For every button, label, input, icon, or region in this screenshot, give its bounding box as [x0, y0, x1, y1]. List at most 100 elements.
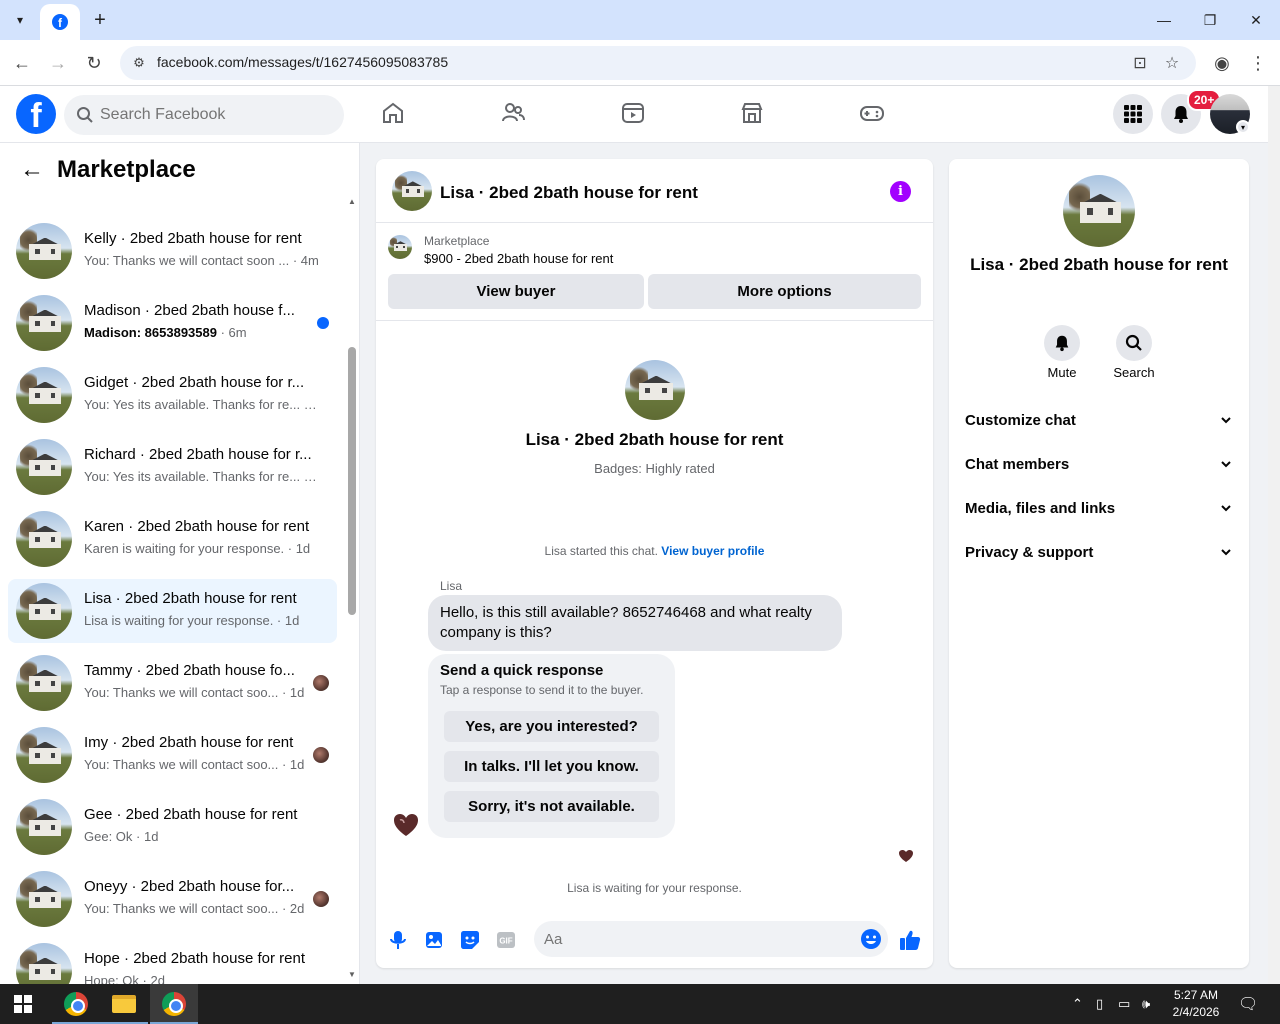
- row-label: Media, files and links: [965, 500, 1116, 517]
- restore-button[interactable]: ❐: [1192, 6, 1228, 34]
- conversation-name: Richard · 2bed 2bath house for r...: [84, 446, 312, 463]
- search-action[interactable]: Search: [1104, 325, 1164, 380]
- more-options-button[interactable]: More options: [648, 274, 921, 309]
- minimize-button[interactable]: —: [1146, 6, 1182, 34]
- browser-tab-facebook[interactable]: f: [40, 4, 80, 40]
- home-icon[interactable]: [378, 98, 408, 128]
- quick-response-card: Send a quick response Tap a response to …: [428, 654, 675, 838]
- search-icon[interactable]: [1116, 325, 1152, 361]
- mute-action[interactable]: Mute: [1032, 325, 1092, 380]
- facebook-search-input[interactable]: [100, 95, 330, 135]
- seen-heart-icon: [899, 850, 913, 862]
- install-app-icon[interactable]: ⊡: [1130, 53, 1150, 73]
- forward-arrow-icon[interactable]: →: [45, 50, 71, 76]
- conversation-thumbnail: [16, 943, 72, 984]
- conversation-item[interactable]: Kelly · 2bed 2bath house for rent You: Th…: [8, 219, 337, 283]
- page-scrollbar[interactable]: [1268, 86, 1280, 984]
- tray-chevron-up-icon[interactable]: ⌃: [1072, 996, 1083, 1012]
- conversation-item[interactable]: Tammy · 2bed 2bath house fo... You: Thank…: [8, 651, 337, 715]
- windows-start-icon[interactable]: [14, 995, 32, 1013]
- conversation-item[interactable]: Madison · 2bed 2bath house f... Madison: …: [8, 291, 337, 355]
- conversation-snippet: You: Thanks we will contact soon ... · 4…: [84, 253, 320, 268]
- waiting-note: Lisa is waiting for your response.: [567, 881, 742, 895]
- quick-response-in-talks-button[interactable]: In talks. I'll let you know.: [444, 751, 659, 782]
- read-receipt-avatar: [313, 747, 329, 763]
- account-chevron-down-icon[interactable]: ▾: [1236, 120, 1250, 134]
- media-files-links-row[interactable]: Media, files and links: [957, 487, 1241, 531]
- conversation-item[interactable]: Oneyy · 2bed 2bath house for... You: Than…: [8, 867, 337, 931]
- message-bubble[interactable]: Hello, is this still available? 86527464…: [428, 595, 842, 651]
- view-buyer-button[interactable]: View buyer: [388, 274, 644, 309]
- listing-thumbnail[interactable]: [388, 235, 412, 259]
- photo-icon[interactable]: [422, 928, 446, 952]
- conversation-item[interactable]: Imy · 2bed 2bath house for rent You: Than…: [8, 723, 337, 787]
- volume-icon[interactable]: 🕪: [1142, 996, 1150, 1012]
- sidebar-scrollbar[interactable]: ▲ ▼: [345, 195, 359, 984]
- details-avatar[interactable]: [1063, 175, 1135, 247]
- bell-icon[interactable]: [1044, 325, 1080, 361]
- address-bar[interactable]: ⚙ facebook.com/messages/t/16274560950837…: [120, 46, 1196, 80]
- gaming-icon[interactable]: [857, 98, 887, 128]
- taskbar-chrome-2[interactable]: [150, 984, 198, 1024]
- conversation-item[interactable]: Richard · 2bed 2bath house for r... You: …: [8, 435, 337, 499]
- back-arrow-icon[interactable]: ←: [20, 158, 44, 183]
- conversation-item[interactable]: Hope · 2bed 2bath house for rent Hope: Ok…: [8, 939, 337, 984]
- thumbs-up-icon[interactable]: [898, 928, 922, 952]
- conversation-item[interactable]: Gee · 2bed 2bath house for rent Gee: Ok ·…: [8, 795, 337, 859]
- privacy-support-row[interactable]: Privacy & support: [957, 531, 1241, 575]
- tab-search-dropdown-icon[interactable]: ▾: [8, 8, 32, 32]
- listing-price[interactable]: $900 - 2bed 2bath house for rent: [424, 251, 613, 266]
- view-buyer-profile-link[interactable]: View buyer profile: [661, 544, 764, 558]
- house-photo: [16, 943, 72, 984]
- folder-icon: [112, 995, 136, 1013]
- house-photo: [16, 727, 72, 783]
- notification-center-icon[interactable]: 🗨: [1238, 994, 1258, 1014]
- reload-icon[interactable]: ↻: [81, 50, 107, 76]
- customize-chat-row[interactable]: Customize chat: [957, 399, 1241, 443]
- scrollbar-thumb[interactable]: [348, 347, 356, 615]
- network-icon[interactable]: ▭: [1118, 996, 1130, 1012]
- browser-menu-icon[interactable]: ⋮: [1245, 50, 1271, 76]
- scroll-down-arrow-icon[interactable]: ▼: [348, 970, 356, 979]
- facebook-logo-icon[interactable]: f: [16, 94, 56, 134]
- marketplace-icon[interactable]: [737, 98, 767, 128]
- taskbar-file-explorer[interactable]: [100, 984, 148, 1024]
- friends-icon[interactable]: [498, 98, 528, 128]
- taskbar-chrome-1[interactable]: [52, 984, 100, 1024]
- close-window-button[interactable]: ✕: [1238, 6, 1274, 34]
- gif-icon[interactable]: GIF: [494, 928, 518, 952]
- snippet-text: Lisa is waiting for your response. · 1d: [84, 613, 300, 628]
- conversation-item[interactable]: Karen · 2bed 2bath house for rent Karen i…: [8, 507, 337, 571]
- site-info-icon[interactable]: ⚙: [130, 54, 148, 72]
- url-text[interactable]: facebook.com/messages/t/1627456095083785: [157, 54, 448, 70]
- tray-device-icon[interactable]: ▯: [1096, 996, 1103, 1012]
- quick-response-not-available-button[interactable]: Sorry, it's not available.: [444, 791, 659, 822]
- menu-grid-button[interactable]: [1113, 94, 1153, 134]
- back-arrow-icon[interactable]: ←: [9, 50, 35, 76]
- profile-icon[interactable]: ◉: [1209, 50, 1235, 76]
- chat-members-row[interactable]: Chat members: [957, 443, 1241, 487]
- new-tab-button[interactable]: +: [88, 8, 112, 32]
- chat-avatar[interactable]: [392, 171, 432, 211]
- microphone-icon[interactable]: [386, 928, 410, 952]
- message-input[interactable]: [544, 921, 844, 957]
- bookmark-star-icon[interactable]: ☆: [1162, 53, 1182, 73]
- search-icon: [77, 107, 93, 123]
- facebook-search-box[interactable]: [64, 95, 344, 135]
- sticker-icon[interactable]: [458, 928, 482, 952]
- video-icon[interactable]: [618, 98, 648, 128]
- conversation-snippet: Madison: 8653893589 · 6m: [84, 325, 320, 340]
- quick-response-interested-button[interactable]: Yes, are you interested?: [444, 711, 659, 742]
- conversation-item[interactable]: Gidget · 2bed 2bath house for r... You: Y…: [8, 363, 337, 427]
- conversation-name: Gee · 2bed 2bath house for rent: [84, 806, 298, 823]
- snippet-text: You: Thanks we will contact soo... · 1d: [84, 685, 305, 700]
- scroll-up-arrow-icon[interactable]: ▲: [348, 197, 356, 206]
- message-input-box[interactable]: [534, 921, 888, 957]
- row-label: Chat members: [965, 456, 1070, 473]
- emoji-icon[interactable]: [860, 928, 882, 950]
- chat-title[interactable]: Lisa · 2bed 2bath house for rent: [440, 183, 698, 203]
- taskbar-clock[interactable]: 5:27 AM 2/4/2026: [1166, 987, 1226, 1021]
- snippet-text: Karen is waiting for your response. · 1d: [84, 541, 311, 556]
- info-icon[interactable]: i: [890, 181, 911, 202]
- conversation-item[interactable]: Lisa · 2bed 2bath house for rent Lisa is …: [8, 579, 337, 643]
